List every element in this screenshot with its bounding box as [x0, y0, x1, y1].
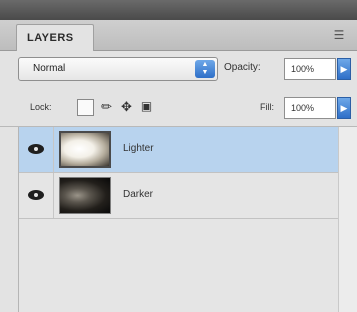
opacity-arrow-icon[interactable]: ▶ — [337, 58, 351, 80]
opacity-label: Opacity: — [224, 62, 261, 73]
layer-thumbnail — [59, 131, 111, 168]
fill-field[interactable]: 100% — [284, 97, 336, 119]
blend-mode-select[interactable]: Normal ▲ ▼ — [18, 57, 218, 81]
layer-name: Darker — [123, 189, 154, 200]
lock-row: Lock: ✏ ✥ ▣ Fill: 100% ▶ — [0, 90, 357, 127]
lock-image-icon[interactable]: ✏ — [98, 99, 115, 116]
layer-row-darker[interactable]: Darker — [19, 173, 339, 219]
layer-thumbnail — [59, 177, 111, 214]
tab-layers[interactable]: LAYERS — [16, 24, 94, 51]
panel-tab-bar: LAYERS ☰ — [0, 20, 357, 51]
fill-label: Fill: — [260, 102, 274, 112]
eye-icon — [28, 144, 44, 154]
eye-icon — [28, 190, 44, 200]
layers-scrollbar[interactable] — [338, 127, 357, 312]
opacity-field[interactable]: 100% — [284, 58, 336, 80]
blend-row: Normal ▲ ▼ Opacity: 100% ▶ — [0, 52, 357, 88]
lock-all-icon[interactable]: ▣ — [138, 99, 155, 116]
visibility-toggle[interactable] — [19, 127, 54, 172]
lock-label: Lock: — [30, 102, 52, 112]
layers-panel: LAYERS ☰ Normal ▲ ▼ Opacity: 100% ▶ Lock:… — [0, 0, 357, 312]
select-stepper-icon[interactable]: ▲ ▼ — [195, 60, 215, 78]
layers-list: Lighter Darker — [18, 127, 339, 312]
panel-menu-icon[interactable]: ☰ — [331, 28, 347, 42]
lock-position-icon[interactable]: ✥ — [118, 99, 135, 116]
visibility-toggle[interactable] — [19, 173, 54, 218]
blend-mode-value: Normal — [33, 63, 66, 74]
layer-name: Lighter — [123, 143, 154, 154]
panel-title-bar[interactable] — [0, 0, 357, 20]
fill-arrow-icon[interactable]: ▶ — [337, 97, 351, 119]
layer-row-lighter[interactable]: Lighter — [19, 127, 339, 173]
lock-transparent-icon[interactable] — [77, 99, 94, 116]
